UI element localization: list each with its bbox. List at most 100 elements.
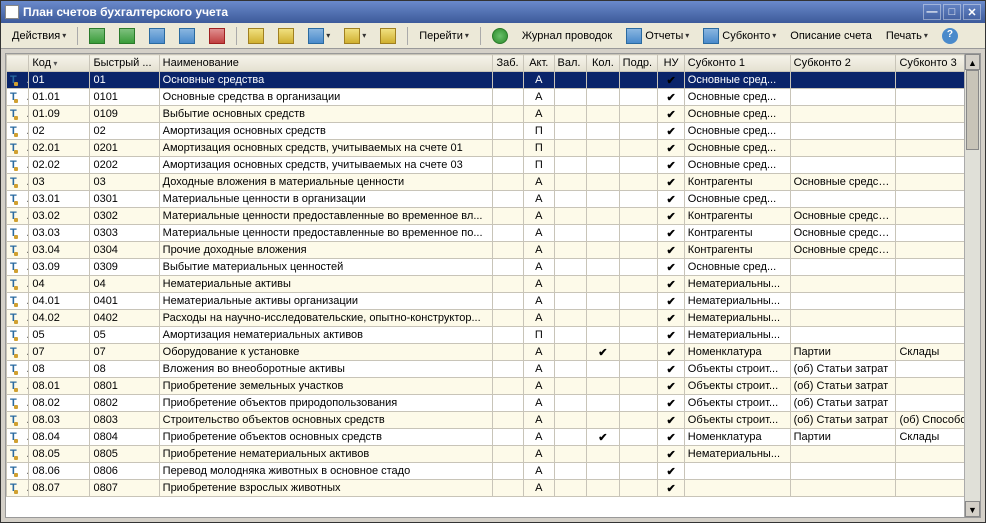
add-button[interactable]	[84, 26, 110, 46]
col-icon[interactable]	[7, 55, 29, 72]
toolbar: Действия Перейти Журнал проводок Отчеты …	[1, 23, 985, 49]
journal-button[interactable]: Журнал проводок	[517, 26, 617, 46]
table-row[interactable]: T01.010101Основные средства в организаци…	[7, 89, 980, 106]
account-icon: T	[10, 125, 26, 137]
table-row[interactable]: T03.030303Материальные ценности предоста…	[7, 225, 980, 242]
maximize-button[interactable]: □	[943, 4, 961, 20]
table-row[interactable]: T03.020302Материальные ценности предоста…	[7, 208, 980, 225]
col-kol[interactable]: Кол.	[587, 55, 620, 72]
clear-filter-button[interactable]	[375, 26, 401, 46]
account-icon: T	[10, 465, 26, 477]
table-row[interactable]: T04.020402Расходы на научно-исследовател…	[7, 310, 980, 327]
account-icon: T	[10, 397, 26, 409]
table-row[interactable]: T0303Доходные вложения в материальные це…	[7, 174, 980, 191]
account-icon: T	[10, 244, 26, 256]
account-icon: T	[10, 210, 26, 222]
account-icon: T	[10, 482, 26, 494]
table-row[interactable]: T08.070807Приобретение взрослых животных…	[7, 480, 980, 497]
account-icon: T	[10, 74, 26, 86]
account-icon: T	[10, 329, 26, 341]
account-icon: T	[10, 261, 26, 273]
col-sub1[interactable]: Субконто 1	[684, 55, 790, 72]
close-button[interactable]: ✕	[963, 4, 981, 20]
table-row[interactable]: T03.040304Прочие доходные вложенияА✔Конт…	[7, 242, 980, 259]
account-icon: T	[10, 159, 26, 171]
table-row[interactable]: T0505Амортизация нематериальных активовП…	[7, 327, 980, 344]
col-val[interactable]: Вал.	[554, 55, 587, 72]
vertical-scrollbar[interactable]: ▲ ▼	[964, 54, 980, 517]
table-row[interactable]: T0202Амортизация основных средствП✔Основ…	[7, 123, 980, 140]
description-button[interactable]: Описание счета	[785, 26, 877, 46]
col-kod[interactable]: Код	[29, 55, 90, 72]
table-row[interactable]: T08.050805Приобретение нематериальных ак…	[7, 446, 980, 463]
table-row[interactable]: T02.010201Амортизация основных средств, …	[7, 140, 980, 157]
edit-icon	[179, 28, 195, 44]
clear-filter-icon	[380, 28, 396, 44]
col-name[interactable]: Наименование	[159, 55, 493, 72]
scroll-down-arrow[interactable]: ▼	[965, 501, 980, 517]
filter-icon	[344, 28, 360, 44]
move-down-button[interactable]	[273, 26, 299, 46]
col-sub2[interactable]: Субконто 2	[790, 55, 896, 72]
hierarchy-button[interactable]	[303, 26, 335, 46]
header-row: Код Быстрый ... Наименование Заб. Акт. В…	[7, 55, 980, 72]
actions-menu[interactable]: Действия	[7, 26, 71, 46]
account-icon: T	[10, 346, 26, 358]
account-icon: T	[10, 142, 26, 154]
table-row[interactable]: T0707Оборудование к установкеА✔✔Номенкла…	[7, 344, 980, 361]
reports-menu[interactable]: Отчеты	[621, 26, 694, 46]
account-icon: T	[10, 448, 26, 460]
app-window: План счетов бухгалтерского учета — □ ✕ Д…	[0, 0, 986, 523]
refresh-button[interactable]	[487, 26, 513, 46]
col-akt[interactable]: Акт.	[524, 55, 555, 72]
table-row[interactable]: T08.040804Приобретение объектов основных…	[7, 429, 980, 446]
add-icon	[89, 28, 105, 44]
table-row[interactable]: T02.020202Амортизация основных средств, …	[7, 157, 980, 174]
goto-menu[interactable]: Перейти	[414, 26, 474, 46]
move-up-button[interactable]	[243, 26, 269, 46]
col-podr[interactable]: Подр.	[619, 55, 658, 72]
help-button[interactable]: ?	[937, 26, 963, 46]
account-icon: T	[10, 278, 26, 290]
table-row[interactable]: T0101Основные средстваА✔Основные сред...	[7, 72, 980, 89]
add-group-button[interactable]	[114, 26, 140, 46]
reports-icon	[626, 28, 642, 44]
account-icon: T	[10, 295, 26, 307]
table-row[interactable]: T08.060806Перевод молодняка животных в о…	[7, 463, 980, 480]
scroll-thumb[interactable]	[966, 70, 979, 150]
titlebar: План счетов бухгалтерского учета — □ ✕	[1, 1, 985, 23]
table-row[interactable]: T01.090109Выбытие основных средствА✔Осно…	[7, 106, 980, 123]
print-menu[interactable]: Печать	[881, 26, 933, 46]
help-icon: ?	[942, 28, 958, 44]
account-icon: T	[10, 363, 26, 375]
down-icon	[278, 28, 294, 44]
table-row[interactable]: T03.010301Материальные ценности в органи…	[7, 191, 980, 208]
scroll-up-arrow[interactable]: ▲	[965, 54, 980, 70]
add-group-icon	[119, 28, 135, 44]
refresh-icon	[492, 28, 508, 44]
filter-button[interactable]	[339, 26, 371, 46]
delete-icon	[209, 28, 225, 44]
table-row[interactable]: T03.090309Выбытие материальных ценностей…	[7, 259, 980, 276]
subkonto-menu[interactable]: Субконто	[698, 26, 781, 46]
table-row[interactable]: T0808Вложения во внеоборотные активыА✔Об…	[7, 361, 980, 378]
account-icon: T	[10, 414, 26, 426]
table-row[interactable]: T04.010401Нематериальные активы организа…	[7, 293, 980, 310]
col-nu[interactable]: НУ	[658, 55, 684, 72]
table-row[interactable]: T08.010801Приобретение земельных участко…	[7, 378, 980, 395]
col-zab[interactable]: Заб.	[493, 55, 524, 72]
table-row[interactable]: T0404Нематериальные активыА✔Нематериальн…	[7, 276, 980, 293]
account-icon: T	[10, 431, 26, 443]
edit-button[interactable]	[174, 26, 200, 46]
table-row[interactable]: T08.030803Строительство объектов основны…	[7, 412, 980, 429]
minimize-button[interactable]: —	[923, 4, 941, 20]
col-fast[interactable]: Быстрый ...	[90, 55, 159, 72]
app-icon	[5, 5, 19, 19]
account-icon: T	[10, 380, 26, 392]
hierarchy-icon	[308, 28, 324, 44]
delete-button[interactable]	[204, 26, 230, 46]
account-icon: T	[10, 176, 26, 188]
copy-button[interactable]	[144, 26, 170, 46]
account-icon: T	[10, 193, 26, 205]
table-row[interactable]: T08.020802Приобретение объектов природоп…	[7, 395, 980, 412]
